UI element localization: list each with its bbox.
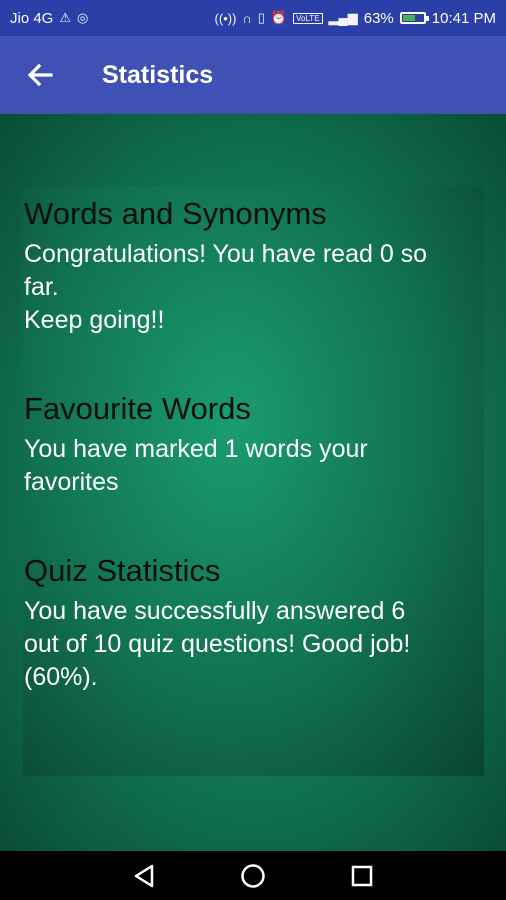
battery-icon [399, 12, 429, 24]
status-right: ((•)) ∩ ▯ ⏰ VoLTE ▂▄▆ 63% 10:41 PM [215, 10, 496, 27]
section-text: You have successfully answered 6 out of … [24, 597, 411, 691]
status-left: Jio 4G ⚠ ◎ [10, 10, 88, 27]
navigation-bar [0, 851, 506, 900]
section-words-and-synonyms: Words and Synonyms Congratulations! You … [24, 196, 484, 337]
back-button[interactable] [0, 36, 80, 114]
arrow-left-icon [27, 63, 53, 87]
statistics-card: Words and Synonyms Congratulations! You … [23, 186, 484, 776]
vibrate-icon: ▯ [257, 10, 265, 25]
section-text: Congratulations! You have read 0 so far.… [24, 240, 428, 334]
square-recents-icon [351, 865, 372, 886]
battery-fill [402, 15, 416, 21]
section-title: Words and Synonyms [24, 196, 327, 231]
alarm-icon: ⏰ [270, 10, 288, 25]
app-bar: Statistics [0, 36, 506, 114]
section-title: Quiz Statistics [24, 553, 221, 588]
recents-nav-button[interactable] [342, 856, 382, 896]
battery-percent: 63% [363, 9, 394, 27]
whatsapp-icon: ◎ [77, 10, 89, 25]
warning-icon: ⚠ [59, 10, 72, 25]
signal-icon: ▂▄▆ [328, 10, 358, 25]
volte-badge: VoLTE [293, 12, 323, 24]
clock: 10:41 PM [431, 9, 496, 27]
section-title: Favourite Words [24, 391, 251, 426]
carrier-label: Jio 4G [10, 9, 54, 27]
back-nav-button[interactable] [124, 856, 164, 896]
page-title: Statistics [102, 60, 214, 89]
section-favourite-words: Favourite Words You have marked 1 words … [24, 391, 484, 499]
home-nav-button[interactable] [233, 856, 273, 896]
headset-icon: ∩ [242, 10, 252, 26]
triangle-back-icon [135, 864, 154, 887]
circle-home-icon [241, 863, 265, 888]
status-bar: Jio 4G ⚠ ◎ ((•)) ∩ ▯ ⏰ VoLTE ▂▄▆ 63% 10:… [0, 0, 506, 36]
section-quiz-statistics: Quiz Statistics You have successfully an… [24, 553, 484, 694]
hotspot-icon: ((•)) [214, 10, 237, 26]
section-text: You have marked 1 words your favorites [24, 435, 368, 496]
content-area: Words and Synonyms Congratulations! You … [0, 114, 506, 851]
